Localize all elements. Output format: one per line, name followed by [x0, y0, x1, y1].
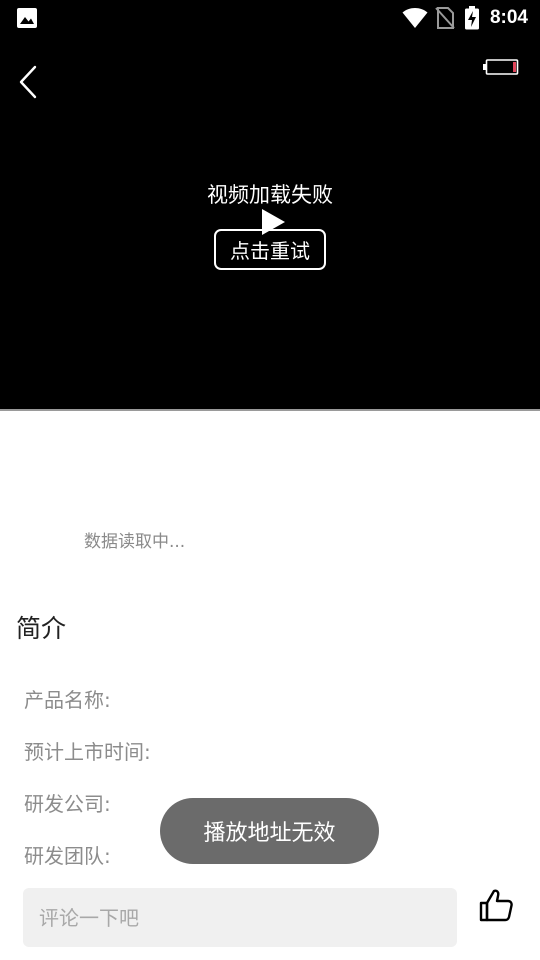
- retry-button[interactable]: 点击重试: [214, 229, 326, 270]
- developer-team-label: 研发团队:: [24, 844, 111, 868]
- thumbs-up-icon: [479, 889, 513, 922]
- product-name-label: 产品名称:: [24, 688, 111, 712]
- status-bar: 8:04: [0, 0, 540, 36]
- video-player[interactable]: 视频加载失败 点击重试: [0, 36, 540, 409]
- section-title: 简介: [16, 614, 67, 643]
- toast-message: 播放地址无效: [160, 798, 379, 864]
- comment-input[interactable]: [23, 888, 457, 947]
- wifi-icon: [402, 7, 428, 29]
- no-sim-icon: [434, 6, 456, 30]
- release-date-label: 预计上市时间:: [24, 740, 151, 764]
- back-arrow-icon: [19, 65, 37, 99]
- battery-charging-icon: [464, 6, 480, 30]
- developer-company-label: 研发公司:: [24, 792, 111, 816]
- back-button[interactable]: [10, 62, 46, 102]
- player-divider: [0, 409, 540, 411]
- video-error-message: 视频加载失败: [207, 183, 333, 207]
- app-screen: 8:04 视频加载失败 点击重试 数据读取中... 简介 产品名称: 预计上市时…: [0, 0, 540, 960]
- status-time: 8:04: [489, 7, 528, 28]
- battery-low-icon: [483, 59, 519, 79]
- status-icons: 8:04: [402, 4, 528, 32]
- like-button[interactable]: [477, 887, 515, 925]
- image-notification-icon: [16, 7, 38, 29]
- loading-text: 数据读取中...: [84, 532, 186, 552]
